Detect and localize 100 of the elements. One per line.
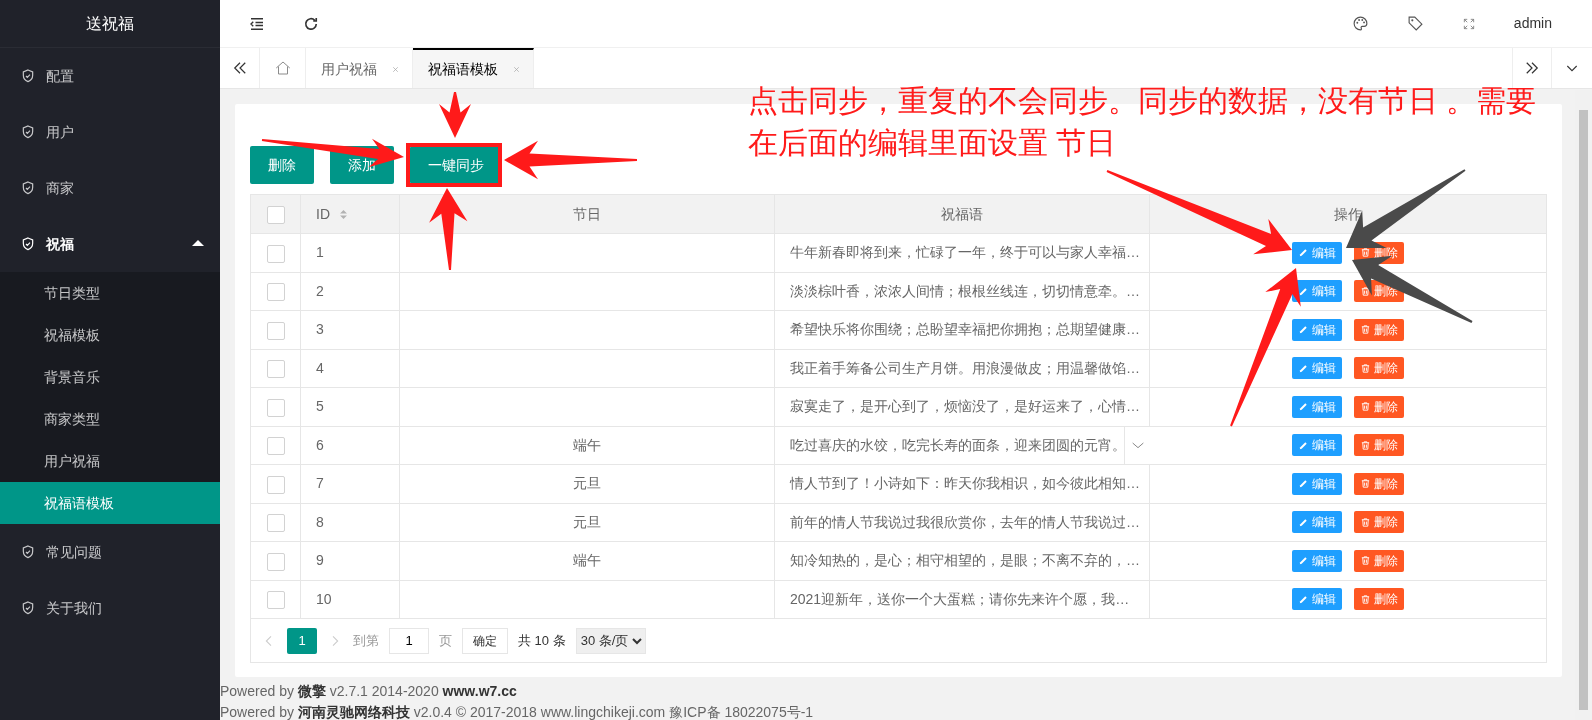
trash-icon bbox=[1360, 516, 1371, 528]
footer-text: Powered by 河南灵驰网络科技 v2.0.4 © 2017-2018 www.lingchikeji.com 豫ICP备 18022075号-1 bbox=[220, 703, 815, 720]
table-cell: 4 bbox=[316, 359, 324, 376]
delete-button[interactable]: 删除 bbox=[1354, 588, 1404, 610]
edit-button[interactable]: 编辑 bbox=[1292, 318, 1342, 341]
delete-button[interactable]: 删除 bbox=[1354, 472, 1404, 495]
sidebar-subitem[interactable]: 背景音乐 bbox=[0, 356, 220, 398]
home-icon bbox=[273, 59, 292, 77]
confirm-button[interactable]: 确定 bbox=[462, 627, 508, 654]
row-checkbox[interactable] bbox=[266, 398, 285, 417]
table-cell: 5 bbox=[316, 398, 324, 415]
table-cell: 3 bbox=[316, 321, 324, 338]
table-cell: 我正着手筹备公司生产月饼。用浪漫做皮；用温馨做馅… bbox=[790, 359, 1140, 376]
trash-icon bbox=[1360, 247, 1371, 258]
delete-button[interactable]: 删除 bbox=[1354, 434, 1404, 456]
table-cell: 元旦 bbox=[573, 475, 601, 492]
sidebar-subitem[interactable]: 祝福模板 bbox=[0, 314, 220, 356]
sidebar-item[interactable]: 祝福 bbox=[0, 216, 220, 272]
select-all-checkbox[interactable] bbox=[266, 205, 285, 224]
expand-cell-button[interactable] bbox=[1124, 426, 1150, 464]
toolbar-button[interactable]: 删除 bbox=[250, 146, 314, 184]
palette-icon[interactable] bbox=[1351, 15, 1369, 32]
edit-button[interactable]: 编辑 bbox=[1292, 395, 1342, 418]
table-cell: 希望快乐将你围绕；总盼望幸福把你拥抱；总期望健康… bbox=[790, 321, 1140, 338]
shield-icon bbox=[20, 544, 36, 560]
shield-icon bbox=[20, 124, 36, 140]
edit-button[interactable]: 编辑 bbox=[1292, 588, 1342, 610]
pencil-icon bbox=[1298, 362, 1309, 374]
total-count: 共 10 条 bbox=[518, 631, 566, 650]
sidebar-subitem[interactable]: 商家类型 bbox=[0, 398, 220, 440]
row-checkbox[interactable] bbox=[266, 437, 285, 456]
sidebar-item[interactable]: 用户 bbox=[0, 104, 220, 160]
row-checkbox[interactable] bbox=[266, 475, 285, 494]
sidebar-item[interactable]: 常见问题 bbox=[0, 524, 220, 580]
annotation-note: 点击同步，重复的不会同步。同步的数据，没有节日 。需要在后面的编辑里面设置 节日 bbox=[748, 83, 1538, 161]
edit-button[interactable]: 编辑 bbox=[1292, 434, 1342, 456]
table-cell: 前年的情人节我说过我很欣赏你，去年的情人节我说过… bbox=[790, 513, 1140, 530]
delete-button[interactable]: 删除 bbox=[1354, 549, 1404, 572]
footer-text: Powered by 微擎 v2.7.1 2014-2020 www.w7.cc bbox=[220, 682, 518, 701]
pencil-icon bbox=[1298, 555, 1309, 566]
sidebar-subitem[interactable]: 用户祝福 bbox=[0, 440, 220, 482]
table-cell: 2 bbox=[316, 282, 324, 299]
shield-icon bbox=[20, 236, 36, 252]
sidebar-subitem[interactable]: 节日类型 bbox=[0, 272, 220, 314]
page-size-select[interactable]: 30 条/页 bbox=[575, 627, 646, 654]
trash-icon bbox=[1360, 593, 1371, 605]
column-header: 节日 bbox=[573, 205, 601, 222]
delete-button[interactable]: 删除 bbox=[1354, 357, 1404, 379]
table-cell: 1 bbox=[316, 244, 324, 261]
edit-button[interactable]: 编辑 bbox=[1292, 511, 1342, 533]
row-checkbox[interactable] bbox=[266, 283, 285, 302]
edit-button[interactable]: 编辑 bbox=[1292, 472, 1342, 495]
delete-button[interactable]: 删除 bbox=[1354, 511, 1404, 533]
row-checkbox[interactable] bbox=[266, 360, 285, 379]
scroll-right-button[interactable] bbox=[1512, 48, 1552, 88]
trash-icon bbox=[1360, 555, 1371, 566]
shield-icon bbox=[20, 600, 36, 616]
pencil-icon bbox=[1298, 593, 1309, 605]
row-checkbox[interactable] bbox=[266, 552, 285, 571]
table-cell: 情人节到了！小诗如下：昨天你我相识，如今彼此相知… bbox=[790, 475, 1140, 492]
table-cell: 端午 bbox=[573, 436, 601, 453]
table-cell: 8 bbox=[316, 513, 324, 530]
sidebar-item[interactable]: 关于我们 bbox=[0, 580, 220, 636]
table-cell: 6 bbox=[316, 436, 324, 453]
tab[interactable]: 祝福语模板 bbox=[413, 48, 534, 88]
row-checkbox[interactable] bbox=[266, 244, 285, 263]
user-name[interactable]: admin bbox=[1513, 13, 1552, 34]
delete-button[interactable]: 删除 bbox=[1354, 395, 1404, 418]
row-checkbox[interactable] bbox=[266, 514, 285, 533]
table-cell: 知冷知热的，是心；相守相望的，是眼；不离不弃的，… bbox=[790, 552, 1140, 569]
page-input[interactable]: 1 bbox=[389, 627, 429, 654]
edit-button[interactable]: 编辑 bbox=[1292, 549, 1342, 572]
sort-icon[interactable] bbox=[338, 207, 349, 221]
table-cell: 9 bbox=[316, 552, 324, 569]
sidebar-item[interactable]: 配置 bbox=[0, 48, 220, 104]
pencil-icon bbox=[1298, 324, 1309, 335]
tag-icon[interactable] bbox=[1406, 15, 1424, 32]
trash-icon bbox=[1360, 439, 1371, 451]
fullscreen-icon[interactable] bbox=[1461, 16, 1476, 31]
row-checkbox[interactable] bbox=[266, 591, 285, 610]
delete-button[interactable]: 删除 bbox=[1354, 318, 1404, 341]
table-cell: 吃过喜庆的水饺，吃完长寿的面条，迎来团圆的元宵。 bbox=[790, 436, 1126, 453]
table-cell: 2021迎新年，送你一个大蛋糕；请你先来许个愿，我… bbox=[790, 590, 1130, 607]
column-header[interactable]: ID bbox=[316, 203, 330, 225]
pencil-icon bbox=[1298, 478, 1309, 489]
trash-icon bbox=[1360, 401, 1371, 412]
pencil-icon bbox=[1298, 247, 1309, 258]
close-icon[interactable] bbox=[512, 64, 521, 74]
sidebar-item[interactable]: 商家 bbox=[0, 160, 220, 216]
edit-button[interactable]: 编辑 bbox=[1292, 357, 1342, 379]
table-cell: 牛年新春即将到来，忙碌了一年，终于可以与家人幸福… bbox=[790, 244, 1140, 261]
row-checkbox[interactable] bbox=[266, 321, 285, 340]
trash-icon bbox=[1360, 324, 1371, 335]
trash-icon bbox=[1360, 478, 1371, 489]
page-button[interactable]: 1 bbox=[287, 627, 317, 654]
edit-button[interactable]: 编辑 bbox=[1292, 241, 1342, 264]
trash-icon bbox=[1360, 285, 1371, 297]
sidebar-subitem[interactable]: 祝福语模板 bbox=[0, 482, 220, 524]
close-icon[interactable] bbox=[391, 64, 400, 74]
table-cell: 寂寞走了，是开心到了，烦恼没了，是好运来了，心情… bbox=[790, 398, 1140, 415]
